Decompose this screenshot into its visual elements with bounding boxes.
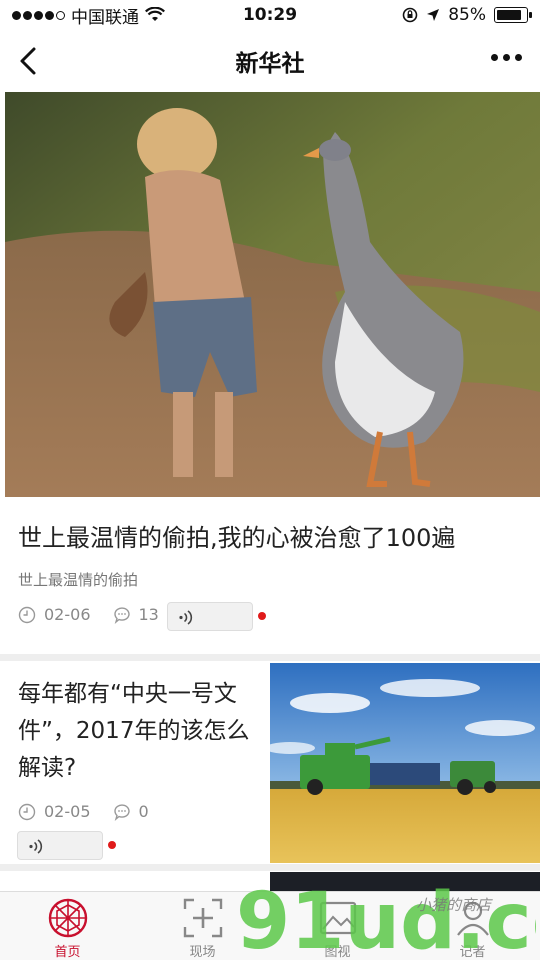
battery-percent: 85% — [448, 5, 486, 25]
signal-dots-icon — [12, 10, 65, 20]
unread-dot — [108, 841, 116, 849]
tab-home[interactable]: 首页 — [0, 892, 135, 960]
article-date: 02-05 — [44, 802, 91, 821]
tab-label: 记者 — [459, 945, 486, 960]
status-bar: 中国联通 10:29 85% — [0, 0, 540, 30]
hero-article-meta: 02-06 13 — [18, 605, 159, 624]
carrier-name: 中国联通 — [71, 7, 139, 28]
comment-count: 13 — [138, 605, 159, 624]
tab-reporter[interactable]: 记者 — [405, 892, 540, 960]
comment-icon — [113, 606, 130, 624]
tab-pictures[interactable]: 图视 — [270, 892, 405, 960]
next-article-thumbnail[interactable] — [270, 872, 540, 892]
more-options-icon[interactable] — [491, 54, 522, 61]
unread-dot — [258, 612, 266, 620]
clock-icon — [18, 606, 36, 623]
child-and-goose-photo — [5, 92, 540, 497]
battery-icon — [494, 7, 532, 23]
page-title: 新华社 — [235, 51, 305, 77]
status-right: 85% — [402, 5, 532, 25]
tab-label: 首页 — [54, 945, 81, 960]
article-meta: 02-05 0 — [18, 802, 149, 821]
back-chevron-icon[interactable] — [14, 44, 44, 78]
feed-divider — [0, 654, 540, 661]
audio-play-button[interactable] — [17, 831, 103, 860]
feed-divider — [0, 864, 540, 871]
audio-wave-icon — [179, 610, 193, 625]
picture-icon — [319, 901, 356, 935]
article-title[interactable]: 每年都有“中央一号文件”，2017年的该怎么解读? — [18, 676, 258, 787]
bottom-tab-bar: 首页 现场 图视 记者 — [0, 891, 540, 960]
hero-article-title[interactable]: 世上最温情的偷拍,我的心被治愈了100遍 — [18, 518, 455, 553]
wifi-icon — [145, 7, 165, 21]
comment-count: 0 — [138, 802, 149, 821]
comment-icon — [113, 803, 130, 821]
battery-fill — [497, 10, 521, 20]
reporter-icon — [456, 901, 489, 936]
tab-label: 图视 — [324, 945, 351, 960]
hero-article-image[interactable] — [5, 92, 540, 497]
nav-bar: 新华社 — [0, 30, 540, 92]
live-scene-icon — [183, 898, 222, 938]
hero-article-subtitle: 世上最温情的偷拍 — [18, 571, 139, 589]
status-left: 中国联通 — [12, 3, 165, 28]
tab-label: 现场 — [189, 945, 216, 960]
audio-play-button[interactable] — [167, 602, 253, 631]
location-arrow-icon — [427, 9, 440, 21]
article-date: 02-06 — [44, 605, 91, 624]
tab-live[interactable]: 现场 — [135, 892, 270, 960]
clock-icon — [18, 803, 36, 820]
audio-wave-icon — [29, 839, 43, 854]
home-logo-icon — [48, 898, 87, 938]
harvest-field-photo — [270, 663, 540, 863]
rotation-lock-icon — [402, 7, 418, 23]
article-thumbnail[interactable] — [270, 663, 540, 863]
